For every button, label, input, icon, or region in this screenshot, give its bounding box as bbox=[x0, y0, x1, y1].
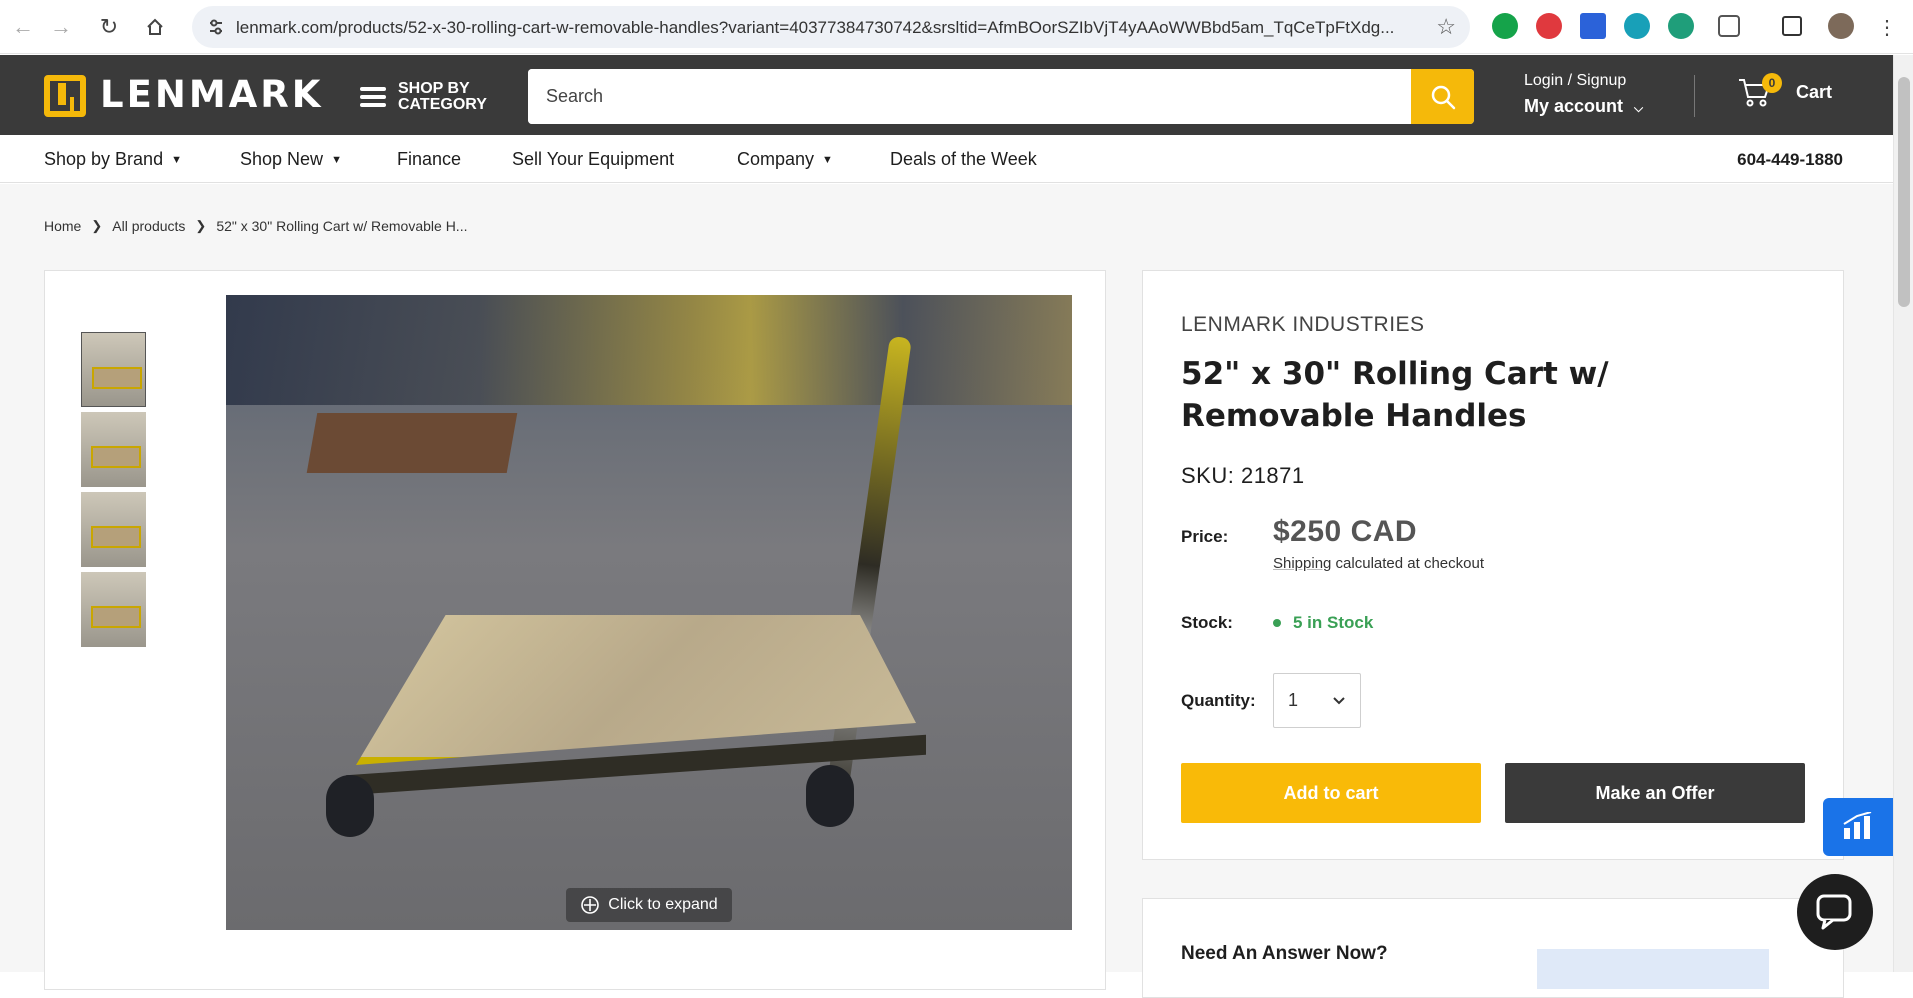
stock-status: 5 in Stock bbox=[1273, 613, 1373, 633]
account-menu[interactable]: Login / Signup My account ⌵ bbox=[1524, 72, 1643, 117]
nav-label: Deals of the Week bbox=[890, 149, 1037, 169]
shipping-note: Shipping calculated at checkout bbox=[1273, 555, 1484, 572]
product-title: 52" x 30" Rolling Cart w/ Removable Hand… bbox=[1181, 356, 1609, 434]
site-header: LENMARK SHOP BY CATEGORY Login / Signup … bbox=[0, 55, 1893, 135]
photo-pallet bbox=[306, 413, 518, 473]
home-icon[interactable] bbox=[138, 10, 172, 44]
search-button[interactable] bbox=[1411, 69, 1474, 124]
nav-deals-of-the-week[interactable]: Deals of the Week bbox=[890, 149, 1037, 170]
shipping-link[interactable]: Shipping bbox=[1273, 555, 1331, 572]
stock-text: 5 in Stock bbox=[1293, 613, 1374, 632]
chevron-right-icon: ❯ bbox=[195, 218, 207, 233]
price-label: Price: bbox=[1181, 527, 1229, 546]
address-bar[interactable]: lenmark.com/products/52-x-30-rolling-car… bbox=[192, 6, 1470, 48]
quantity-select[interactable]: 1 bbox=[1273, 673, 1361, 728]
nav-sell-your-equipment[interactable]: Sell Your Equipment bbox=[512, 149, 674, 170]
cart-label: Cart bbox=[1796, 81, 1833, 102]
breadcrumb: Home ❯ All products ❯ 52" x 30" Rolling … bbox=[44, 218, 467, 234]
floating-app-widget-button[interactable] bbox=[1823, 798, 1893, 856]
grammarly-extension-icon[interactable] bbox=[1492, 13, 1518, 39]
stock-dot-icon bbox=[1273, 619, 1281, 627]
add-to-cart-button[interactable]: Add to cart bbox=[1181, 763, 1481, 823]
stock-label: Stock: bbox=[1181, 613, 1233, 632]
browser-menu-icon[interactable]: ⋮ bbox=[1870, 10, 1904, 44]
chevron-down-icon bbox=[1333, 696, 1345, 704]
photo-background bbox=[226, 295, 1072, 405]
category-label: SHOP BY CATEGORY bbox=[398, 80, 487, 113]
chat-bubble-icon bbox=[1816, 894, 1852, 930]
nav-finance[interactable]: Finance bbox=[397, 149, 461, 170]
photo-wheel bbox=[806, 765, 854, 827]
click-to-expand-button[interactable]: Click to expand bbox=[566, 888, 732, 922]
chevron-down-icon: ⌵ bbox=[1634, 101, 1644, 115]
site-info-icon[interactable] bbox=[206, 17, 226, 37]
sidepanel-icon[interactable] bbox=[1782, 16, 1802, 36]
header-divider bbox=[1694, 75, 1695, 117]
gallery-thumbnail[interactable] bbox=[81, 412, 146, 487]
back-icon[interactable]: ← bbox=[6, 10, 40, 44]
product-price: $250 CAD bbox=[1273, 515, 1418, 548]
my-account-label[interactable]: My account bbox=[1524, 96, 1623, 116]
page-scrollbar[interactable] bbox=[1893, 55, 1913, 972]
reload-icon[interactable]: ↻ bbox=[92, 10, 126, 44]
chevron-down-icon: ▼ bbox=[822, 154, 833, 166]
chat-button[interactable] bbox=[1797, 874, 1873, 950]
nav-label: Shop New bbox=[240, 149, 324, 169]
bar-chart-icon bbox=[1843, 812, 1872, 839]
chevron-right-icon: ❯ bbox=[91, 218, 103, 233]
nav-label: Shop by Brand bbox=[44, 149, 164, 169]
breadcrumb-home[interactable]: Home bbox=[44, 218, 81, 234]
shipping-text: calculated at checkout bbox=[1331, 555, 1484, 572]
search-bar bbox=[528, 69, 1474, 124]
gallery-thumbnail[interactable] bbox=[81, 492, 146, 567]
product-vendor[interactable]: LENMARK INDUSTRIES bbox=[1181, 313, 1425, 337]
nav-label: Sell Your Equipment bbox=[512, 149, 675, 169]
logo-wordmark[interactable]: LENMARK bbox=[100, 73, 323, 116]
product-sku: SKU: 21871 bbox=[1181, 463, 1305, 488]
pokeball-extension-icon[interactable] bbox=[1536, 13, 1562, 39]
extensions-puzzle-icon[interactable] bbox=[1718, 15, 1740, 37]
gallery-thumbnail[interactable] bbox=[81, 572, 146, 647]
answer-widget-area bbox=[1537, 949, 1769, 989]
nav-shop-by-brand[interactable]: Shop by Brand ▼ bbox=[44, 149, 182, 170]
gallery-thumbnail[interactable] bbox=[81, 332, 146, 407]
nav-label: Finance bbox=[397, 149, 462, 169]
quantity-label: Quantity: bbox=[1181, 691, 1256, 710]
breadcrumb-all-products[interactable]: All products bbox=[112, 218, 185, 234]
need-answer-title: Need An Answer Now? bbox=[1181, 943, 1388, 964]
quantity-value: 1 bbox=[1288, 690, 1299, 710]
cart-button[interactable]: 0 Cart bbox=[1738, 73, 1833, 107]
search-icon bbox=[1431, 85, 1455, 109]
breadcrumb-current: 52" x 30" Rolling Cart w/ Removable H... bbox=[216, 218, 468, 234]
hamburger-icon bbox=[360, 87, 386, 107]
analytics-extension-icon[interactable] bbox=[1580, 13, 1606, 39]
photo-wheel bbox=[326, 775, 374, 837]
need-answer-card: Need An Answer Now? bbox=[1142, 898, 1844, 998]
main-navigation: Shop by Brand ▼ Shop New ▼ Finance Sell Yo… bbox=[0, 135, 1893, 183]
expand-icon bbox=[581, 896, 600, 914]
chevron-down-icon: ▼ bbox=[171, 154, 182, 166]
nav-label: Company bbox=[737, 149, 815, 169]
profile-avatar[interactable] bbox=[1828, 13, 1854, 39]
cart-count-badge: 0 bbox=[1762, 73, 1782, 93]
search-input[interactable] bbox=[528, 69, 1411, 124]
browser-toolbar: ← → ↻ lenmark.com/products/52-x-30-rolli… bbox=[0, 0, 1913, 54]
nav-company[interactable]: Company ▼ bbox=[737, 149, 833, 170]
phone-number[interactable]: 604-449-1880 bbox=[1737, 150, 1843, 170]
expand-label: Click to expand bbox=[608, 896, 718, 913]
lenmark-logo-icon[interactable] bbox=[44, 75, 86, 117]
chevron-down-icon: ▼ bbox=[331, 154, 342, 166]
nav-shop-new[interactable]: Shop New ▼ bbox=[240, 149, 342, 170]
shop-by-category-button[interactable]: SHOP BY CATEGORY bbox=[360, 77, 508, 117]
login-signup-link[interactable]: Login / Signup bbox=[1524, 72, 1643, 90]
scrollbar-thumb[interactable] bbox=[1898, 77, 1910, 307]
ai-extension-icon[interactable] bbox=[1624, 13, 1650, 39]
translate-extension-icon[interactable] bbox=[1668, 13, 1694, 39]
product-info-card: LENMARK INDUSTRIES 52" x 30" Rolling Car… bbox=[1142, 270, 1844, 860]
make-offer-button[interactable]: Make an Offer bbox=[1505, 763, 1805, 823]
bookmark-star-icon[interactable]: ☆ bbox=[1436, 14, 1456, 40]
forward-icon[interactable]: → bbox=[44, 10, 78, 44]
main-product-image[interactable] bbox=[226, 295, 1072, 930]
url-text: lenmark.com/products/52-x-30-rolling-car… bbox=[236, 18, 1395, 37]
